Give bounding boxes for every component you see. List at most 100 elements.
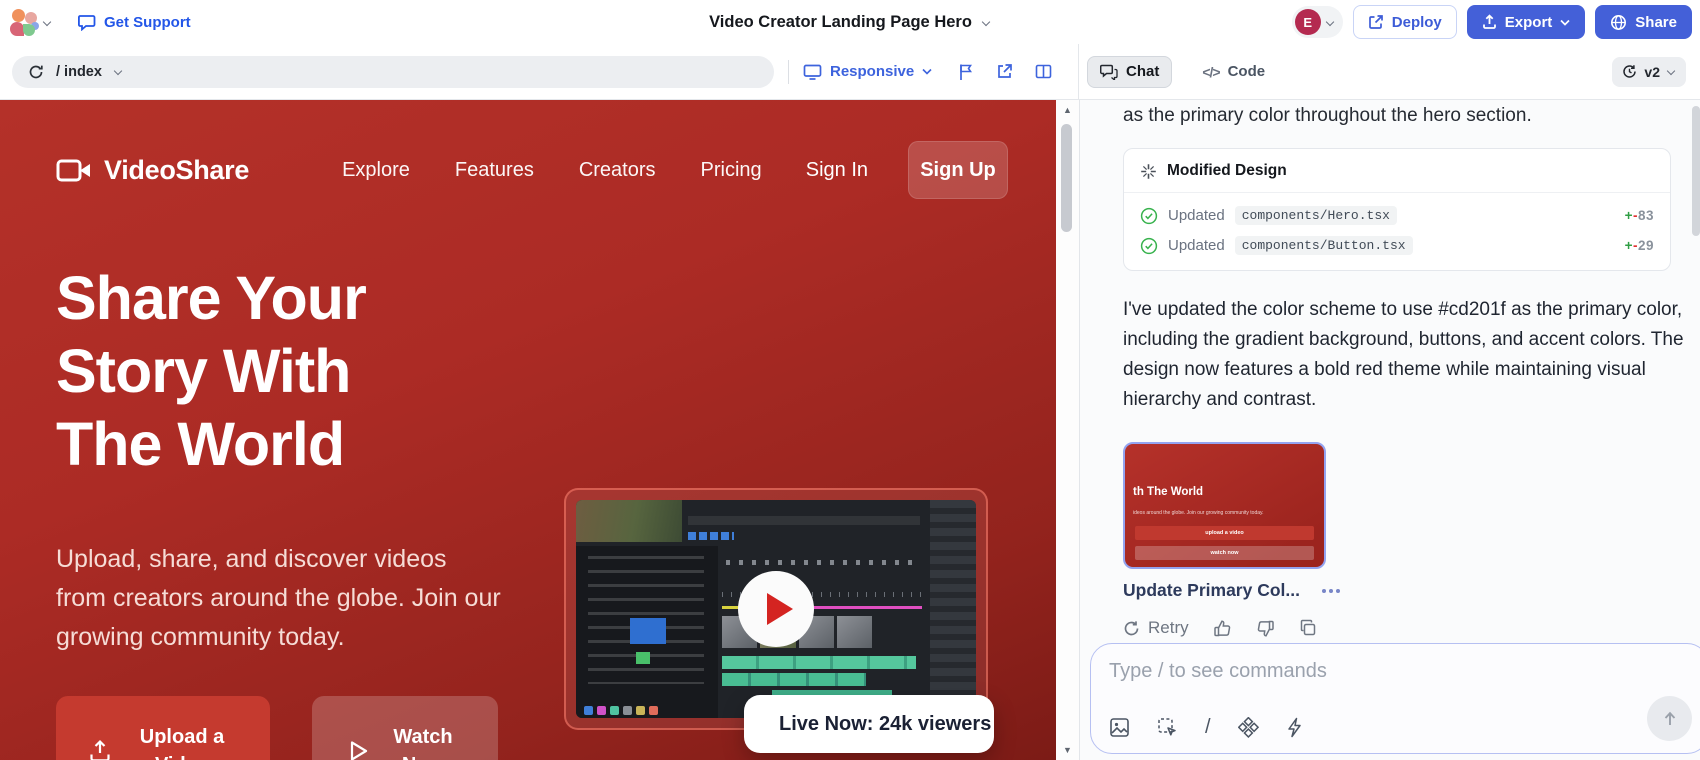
upload-icon (1482, 14, 1497, 30)
chevron-down-icon (1560, 19, 1570, 26)
refresh-icon[interactable] (28, 64, 44, 80)
editor-right-panel (930, 500, 976, 718)
chat-bubble-icon (78, 14, 97, 31)
brand-name: VideoShare (104, 155, 249, 186)
editor-transport-controls (726, 560, 916, 565)
toolbar: / index Responsive Chat </> Code v2 (0, 44, 1700, 100)
route-bar[interactable]: / index (12, 56, 774, 88)
hero-description: Upload, share, and discover videos from … (56, 540, 502, 657)
get-support-label: Get Support (104, 14, 191, 31)
share-button[interactable]: Share (1595, 5, 1692, 39)
account-menu[interactable]: E (1292, 6, 1343, 38)
retry-button[interactable]: Retry (1123, 618, 1189, 638)
device-selector[interactable]: Responsive (803, 63, 932, 80)
watch-now-button[interactable]: Watch Now (312, 696, 498, 760)
chevron-down-icon (43, 18, 52, 27)
editor-toolbar (688, 516, 920, 525)
tab-chat[interactable]: Chat (1087, 56, 1172, 88)
chat-pane: as the primary color throughout the hero… (1079, 100, 1700, 760)
chat-input[interactable] (1109, 660, 1574, 683)
chat-input-box[interactable]: / (1090, 643, 1700, 754)
editor-dock (584, 706, 704, 715)
scrollbar-thumb[interactable] (1061, 124, 1072, 232)
editor-swatch (636, 652, 650, 664)
version-thumbnail-card[interactable]: th The World ideos around the globe. Joi… (1123, 442, 1326, 569)
file-update-row[interactable]: Updated components/Hero.tsx +-83 (1140, 206, 1654, 225)
workspace-switcher[interactable] (10, 9, 52, 36)
tab-chat-label: Chat (1126, 63, 1159, 80)
version-label: v2 (1644, 64, 1660, 80)
monitor-icon (803, 64, 822, 80)
get-support-link[interactable]: Get Support (78, 14, 191, 31)
project-title: Video Creator Landing Page Hero (709, 13, 972, 32)
nav-link-pricing[interactable]: Pricing (701, 159, 762, 182)
device-label: Responsive (830, 63, 914, 80)
chevron-down-icon (1667, 67, 1676, 76)
flag-icon[interactable] (958, 63, 974, 81)
hero-cta-row: Upload a Video Watch Now (56, 696, 498, 760)
export-button[interactable]: Export (1467, 5, 1586, 39)
deploy-button[interactable]: Deploy (1353, 5, 1457, 39)
file-action: Updated (1168, 237, 1225, 254)
play-outline-icon (349, 739, 369, 760)
split-view-icon[interactable] (1035, 64, 1052, 79)
version-card-label[interactable]: Update Primary Col... (1123, 580, 1300, 601)
scroll-up-arrow[interactable]: ▲ (1056, 105, 1079, 115)
window-scrollbar-thumb[interactable] (1692, 106, 1700, 236)
tab-code[interactable]: </> Code (1190, 56, 1277, 88)
play-button[interactable] (738, 571, 814, 647)
file-update-row[interactable]: Updated components/Button.tsx +-29 (1140, 236, 1654, 255)
sign-up-label: Sign Up (920, 159, 996, 182)
slash-command-icon[interactable]: / (1205, 716, 1211, 739)
hero-heading-line: The World (56, 408, 496, 481)
mini-heading: th The World (1133, 486, 1203, 498)
open-in-new-icon[interactable] (996, 63, 1013, 80)
code-icon: </> (1202, 64, 1219, 80)
app-header: Get Support Video Creator Landing Page H… (0, 0, 1700, 44)
thumbs-down-icon[interactable] (1256, 619, 1275, 638)
upload-video-label: Upload a Video (127, 723, 237, 760)
hero-nav: VideoShare Explore Features Creators Pri… (56, 140, 1008, 200)
image-icon[interactable] (1109, 717, 1130, 738)
chevron-down-icon (922, 68, 932, 75)
modified-design-card: Modified Design Updated components/Hero.… (1123, 148, 1671, 271)
nav-link-features[interactable]: Features (455, 159, 534, 182)
nav-link-creators[interactable]: Creators (579, 159, 656, 182)
upload-video-button[interactable]: Upload a Video (56, 696, 270, 760)
sign-in-link[interactable]: Sign In (806, 159, 868, 182)
copy-icon[interactable] (1299, 619, 1317, 637)
mini-description: ideos around the globe. Join our growing… (1133, 510, 1264, 516)
components-icon[interactable] (1238, 717, 1259, 738)
chevron-down-icon (114, 67, 123, 76)
sign-up-button[interactable]: Sign Up (908, 141, 1008, 199)
select-element-icon[interactable] (1157, 717, 1178, 738)
sparkle-icon (1140, 163, 1157, 180)
assistant-message-clipped: as the primary color throughout the hero… (1123, 105, 1689, 127)
thumbs-up-icon[interactable] (1213, 619, 1232, 638)
video-thumbnail[interactable] (576, 500, 976, 718)
deploy-label: Deploy (1392, 14, 1442, 31)
live-now-badge: Live Now: 24k viewers (744, 695, 994, 753)
send-button[interactable] (1647, 696, 1692, 741)
check-circle-icon (1140, 237, 1158, 255)
editor-audio-track (722, 656, 916, 669)
version-selector[interactable]: v2 (1612, 57, 1686, 87)
hero-heading-line: Share Your (56, 262, 496, 335)
hero-video-card (564, 488, 988, 730)
bolt-icon[interactable] (1286, 717, 1303, 738)
more-menu-icon[interactable] (1318, 585, 1344, 597)
scroll-down-arrow[interactable]: ▼ (1056, 745, 1079, 755)
arrow-up-icon (1661, 710, 1679, 728)
chevron-down-icon[interactable] (982, 18, 991, 27)
upload-icon (89, 739, 111, 760)
preview-pane: VideoShare Explore Features Creators Pri… (0, 100, 1056, 760)
file-chip: components/Hero.tsx (1235, 206, 1397, 225)
video-camera-icon (56, 158, 92, 183)
nav-link-explore[interactable]: Explore (342, 159, 410, 182)
file-chip: components/Button.tsx (1235, 236, 1413, 255)
editor-preview-photo (576, 500, 682, 542)
diff-count: +-83 (1625, 208, 1654, 223)
app-logo (10, 9, 37, 36)
brand-logo[interactable]: VideoShare (56, 155, 249, 186)
hero-nav-links: Explore Features Creators Pricing (342, 159, 762, 182)
